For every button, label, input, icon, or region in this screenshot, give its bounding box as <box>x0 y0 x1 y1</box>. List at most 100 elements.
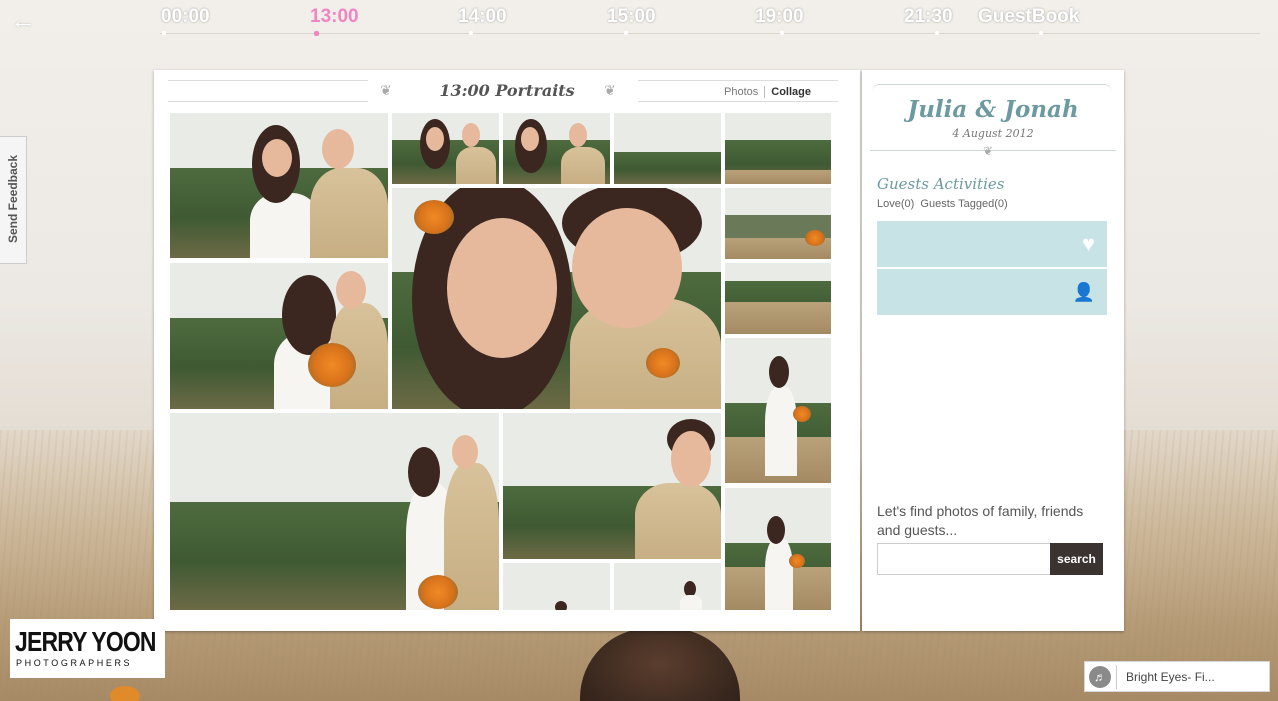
tag-activity-box[interactable]: 👤 <box>877 269 1107 315</box>
collage-photo[interactable] <box>725 338 831 483</box>
timeline-item-1400[interactable]: 14:00 <box>458 6 507 28</box>
love-count[interactable]: Love(0) <box>877 198 914 210</box>
find-guests-prompt: Let's find photos of family, friends and… <box>877 503 1084 538</box>
photo-face <box>572 208 682 328</box>
timeline-item-1500[interactable]: 15:00 <box>607 6 656 28</box>
event-date: 4 August 2012 <box>952 127 1034 140</box>
photo-bouquet <box>418 575 458 609</box>
photo-bouquet <box>308 343 356 387</box>
collage-photo-featured[interactable] <box>392 188 721 409</box>
photo-sky <box>614 113 721 153</box>
title-rule-left <box>168 80 368 102</box>
photo-face <box>569 123 587 147</box>
send-feedback-label: Send Feedback <box>6 154 20 244</box>
photo-hills <box>614 152 721 184</box>
timeline-dot-active <box>314 31 319 36</box>
track-title: Bright Eyes- Fi... <box>1126 670 1215 684</box>
timeline-item-0000[interactable]: 00:00 <box>161 6 210 28</box>
heart-icon: ♥ <box>1081 231 1095 256</box>
photo-face <box>671 431 711 487</box>
photo-bride <box>765 538 793 610</box>
ornament-icon: ❦ <box>380 82 392 98</box>
timeline-dot <box>469 31 473 35</box>
photo-boutonniere <box>646 348 680 378</box>
player-divider <box>1116 665 1117 689</box>
ornament-icon: ❦ <box>983 144 994 158</box>
add-user-icon: 👤 <box>1072 282 1095 302</box>
photo-groom <box>561 147 605 184</box>
guest-search-input[interactable] <box>877 543 1051 575</box>
search-button[interactable]: search <box>1050 543 1103 575</box>
view-photos-link[interactable]: Photos <box>724 86 758 98</box>
photo-grass <box>725 169 831 184</box>
photo-sky <box>725 263 831 281</box>
photo-face <box>336 271 366 309</box>
collage-photo[interactable] <box>503 413 721 559</box>
collage-photo[interactable] <box>725 188 831 259</box>
logo-subtitle: PHOTOGRAPHERS <box>16 658 133 668</box>
timeline-dot <box>624 31 628 35</box>
photo-face <box>447 218 557 358</box>
collage-photo[interactable] <box>503 113 610 184</box>
photo-sky <box>725 113 831 143</box>
speaker-icon[interactable]: ♬ <box>1089 666 1111 688</box>
timeline-item-guestbook[interactable]: GuestBook <box>978 6 1079 28</box>
couple-name: Julia & Jonah <box>907 96 1079 123</box>
photo-bouquet <box>805 230 825 246</box>
collage-photo[interactable] <box>725 263 831 334</box>
photo-face <box>521 127 539 151</box>
collage-photo[interactable] <box>170 263 388 409</box>
guests-activities-title: Guests Activities <box>877 175 1005 193</box>
photo-hair <box>769 356 789 388</box>
photo-bride <box>765 386 797 476</box>
photo-grass <box>725 302 831 334</box>
back-arrow-icon[interactable]: ← <box>10 6 38 34</box>
photo-bouquet <box>789 554 805 568</box>
photo-groom <box>456 147 496 184</box>
send-feedback-tab[interactable]: Send Feedback <box>0 136 27 264</box>
timeline-item-2130[interactable]: 21:30 <box>904 6 953 28</box>
collage-panel: ❦ ❦ 13:00 Portraits Photos Collage <box>154 70 860 631</box>
guests-activities-counts: Love(0) Guests Tagged(0) <box>877 198 1008 210</box>
collage-photo[interactable] <box>614 563 721 610</box>
photo-bouquet <box>793 406 811 422</box>
photo-flower-crown <box>414 200 454 234</box>
view-switch-divider <box>764 86 766 99</box>
view-switch: Photos Collage <box>724 86 811 99</box>
photo-hair <box>408 447 440 497</box>
photo-sky <box>614 563 721 610</box>
photo-hair <box>767 516 785 544</box>
photo-face <box>462 123 480 147</box>
photo-face <box>426 127 444 151</box>
love-activity-box[interactable]: ♥ <box>877 221 1107 267</box>
view-collage-link[interactable]: Collage <box>771 86 811 98</box>
timeline-dot <box>162 31 166 35</box>
timeline-item-1900[interactable]: 19:00 <box>755 6 804 28</box>
photo-groom <box>310 168 388 258</box>
collage-photo[interactable] <box>725 488 831 610</box>
timeline-item-1300[interactable]: 13:00 <box>310 6 359 28</box>
timeline-dot <box>1039 31 1043 35</box>
collage-photo[interactable] <box>170 113 388 258</box>
photo-face <box>262 139 292 177</box>
collage-photo[interactable] <box>503 563 610 610</box>
collage-photo[interactable] <box>725 113 831 184</box>
timeline-dot <box>935 31 939 35</box>
collage-photo[interactable] <box>170 413 499 610</box>
timeline-dot <box>780 31 784 35</box>
background-photo-flower <box>110 686 140 701</box>
section-title: 13:00 Portraits <box>439 81 575 100</box>
photo-sky <box>725 188 831 218</box>
photo-face <box>322 129 354 169</box>
logo-name: JERRY YOON <box>15 626 156 657</box>
photo-groom <box>635 483 721 559</box>
photo-face <box>452 435 478 469</box>
collage-photo[interactable] <box>614 113 721 184</box>
photo-hair <box>555 601 567 610</box>
photographer-logo[interactable]: JERRY YOON PHOTOGRAPHERS <box>10 619 165 678</box>
collage-photo[interactable] <box>392 113 499 184</box>
music-player: ♬ Bright Eyes- Fi... <box>1084 661 1270 692</box>
event-side-panel: Julia & Jonah 4 August 2012 ❦ Guests Act… <box>862 70 1124 631</box>
guests-tagged-count[interactable]: Guests Tagged(0) <box>920 198 1007 210</box>
photo-bride <box>680 595 702 610</box>
